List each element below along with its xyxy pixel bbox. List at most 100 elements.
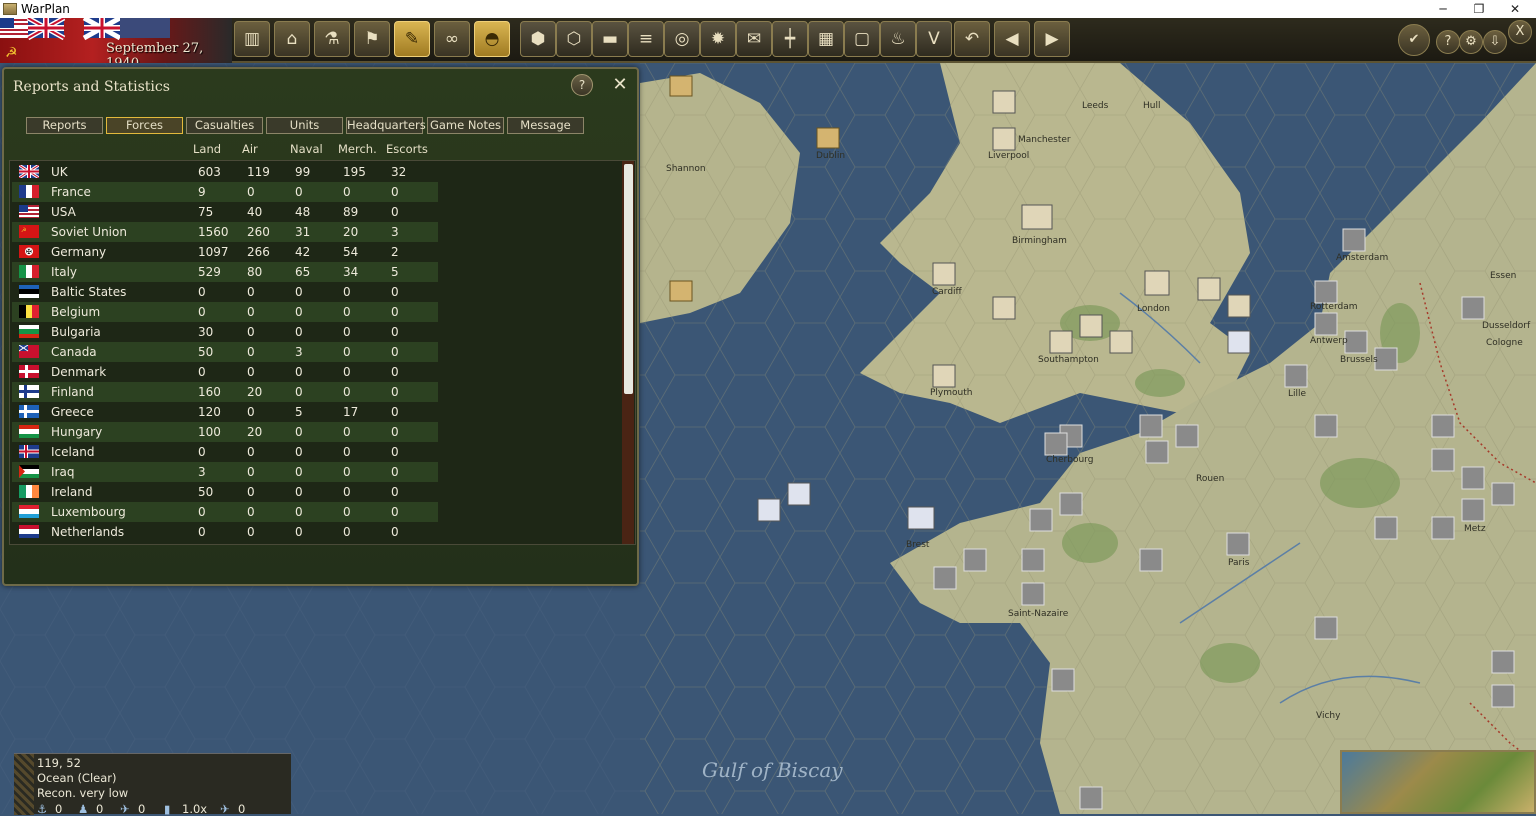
country-name: USA — [51, 205, 76, 219]
hex-coordinates: 119, 52 — [37, 756, 81, 770]
cell-air: 0 — [247, 465, 255, 479]
cell-merch: 54 — [343, 245, 359, 259]
svg-text:Metz: Metz — [1464, 524, 1486, 534]
svg-text:Cardiff: Cardiff — [932, 287, 963, 297]
table-row[interactable]: Bulgaria 30 0 0 0 0 — [12, 322, 438, 342]
supply-icon[interactable]: ≡ — [628, 21, 664, 57]
germany-flag-icon: ✠ — [19, 245, 39, 258]
hex-group-icon[interactable]: ⬡ — [556, 21, 592, 57]
cell-merch: 0 — [343, 445, 351, 459]
cell-escorts: 32 — [391, 165, 407, 179]
cell-land: 120 — [198, 405, 221, 419]
svg-text:Rouen: Rouen — [1196, 474, 1224, 484]
settings-icon[interactable]: ⚙ — [1459, 30, 1483, 54]
cell-naval: 0 — [295, 285, 303, 299]
scrollbar-thumb[interactable] — [624, 164, 633, 394]
save-icon[interactable]: ⇩ — [1483, 30, 1507, 54]
helmet-icon[interactable]: ◓ — [474, 21, 510, 57]
cell-merch: 0 — [343, 485, 351, 499]
greece-flag-icon — [19, 405, 39, 418]
flag-icon[interactable]: ⚑ — [354, 21, 390, 57]
frame-icon[interactable]: ▢ — [844, 21, 880, 57]
tab-game-notes[interactable]: Game Notes — [427, 117, 504, 134]
minimap[interactable] — [1340, 750, 1536, 814]
info-stripe — [14, 754, 34, 815]
help-icon[interactable]: ? — [1436, 30, 1460, 54]
panel-help-button[interactable]: ? — [571, 74, 593, 96]
svg-text:✠: ✠ — [26, 248, 32, 256]
tab-reports[interactable]: Reports — [26, 117, 103, 134]
table-row[interactable]: Luxembourg 0 0 0 0 0 — [12, 502, 438, 522]
reports-panel: Reports and Statistics ? ✕ Reports Force… — [2, 67, 639, 586]
table-row[interactable]: Iraq 3 0 0 0 0 — [12, 462, 438, 482]
tab-message[interactable]: Message — [507, 117, 584, 134]
finland-flag-icon — [19, 385, 39, 398]
cell-air: 0 — [247, 485, 255, 499]
tab-casualties[interactable]: Casualties — [186, 117, 263, 134]
restore-button[interactable]: ❐ — [1461, 0, 1497, 18]
cell-air: 0 — [247, 445, 255, 459]
checkmark-icon[interactable]: ✔ — [1398, 24, 1430, 56]
arrow-right-icon[interactable]: ▶ — [1034, 21, 1070, 57]
table-row[interactable]: Finland 160 20 0 0 0 — [12, 382, 438, 402]
table-row[interactable]: Netherlands 0 0 0 0 0 — [12, 522, 438, 542]
col-escorts: Escorts — [386, 142, 428, 156]
cell-land: 1560 — [198, 225, 229, 239]
table-row[interactable]: ✠ Germany 1097 266 42 54 2 — [12, 242, 438, 262]
col-air: Air — [242, 142, 258, 156]
cell-merch: 0 — [343, 305, 351, 319]
soviet-flag-icon: ☭ — [19, 225, 39, 238]
table-row[interactable]: Belgium 0 0 0 0 0 — [12, 302, 438, 322]
cell-merch: 89 — [343, 205, 359, 219]
col-land: Land — [193, 142, 222, 156]
svg-text:☭: ☭ — [5, 45, 18, 61]
table-row[interactable]: UK 603 119 99 195 32 — [12, 162, 438, 182]
table-row[interactable]: Italy 529 80 65 34 5 — [12, 262, 438, 282]
table-row[interactable]: Baltic States 0 0 0 0 0 — [12, 282, 438, 302]
table-row[interactable]: USA 75 40 48 89 0 — [12, 202, 438, 222]
tab-forces[interactable]: Forces — [106, 117, 183, 134]
hungary-flag-icon — [19, 425, 39, 438]
tab-headquarters[interactable]: Headquarters — [346, 117, 426, 134]
arrow-left-icon[interactable]: ◀ — [994, 21, 1030, 57]
reports-icon[interactable]: ✎ — [394, 21, 430, 57]
country-name: Ireland — [51, 485, 93, 499]
undo-icon[interactable]: ↶ — [954, 21, 990, 57]
netherlands-flag-icon — [19, 525, 39, 538]
cell-naval: 65 — [295, 265, 311, 279]
panel-close-button[interactable]: ✕ — [610, 76, 630, 96]
hex-terrain-icon[interactable]: ⬢ — [520, 21, 556, 57]
exit-icon[interactable]: X — [1508, 20, 1532, 44]
explosion-icon[interactable]: ✹ — [700, 21, 736, 57]
binoculars-icon[interactable]: ∞ — [434, 21, 470, 57]
grid-icon[interactable]: ▦ — [808, 21, 844, 57]
table-row[interactable]: Canada 50 0 3 0 0 — [12, 342, 438, 362]
cell-naval: 0 — [295, 385, 303, 399]
table-row[interactable]: Hungary 100 20 0 0 0 — [12, 422, 438, 442]
cell-air: 0 — [247, 405, 255, 419]
target-icon[interactable]: ◎ — [664, 21, 700, 57]
cell-air: 119 — [247, 165, 270, 179]
tank-icon[interactable]: ▬ — [592, 21, 628, 57]
research-icon[interactable]: ⚗ — [314, 21, 350, 57]
country-name: Iceland — [51, 445, 95, 459]
cell-escorts: 0 — [391, 325, 399, 339]
table-row[interactable]: Iceland 0 0 0 0 0 — [12, 442, 438, 462]
country-name: Belgium — [51, 305, 101, 319]
table-row[interactable]: Greece 120 0 5 17 0 — [12, 402, 438, 422]
table-row[interactable]: France 9 0 0 0 0 — [12, 182, 438, 202]
table-row[interactable]: Denmark 0 0 0 0 0 — [12, 362, 438, 382]
envelope-icon[interactable]: ✉ — [736, 21, 772, 57]
tab-units[interactable]: Units — [266, 117, 343, 134]
rail-icon[interactable]: ┿ — [772, 21, 808, 57]
window-close-button[interactable]: ✕ — [1497, 0, 1533, 18]
cell-merch: 195 — [343, 165, 366, 179]
victory-icon[interactable]: V — [916, 21, 952, 57]
svg-text:Vichy: Vichy — [1316, 711, 1341, 721]
fire-icon[interactable]: ♨ — [880, 21, 916, 57]
minimize-button[interactable]: ─ — [1425, 0, 1461, 18]
production-icon[interactable]: ▥ — [234, 21, 270, 57]
city-icon[interactable]: ⌂ — [274, 21, 310, 57]
table-row[interactable]: Ireland 50 0 0 0 0 — [12, 482, 438, 502]
table-row[interactable]: ☭ Soviet Union 1560 260 31 20 3 — [12, 222, 438, 242]
